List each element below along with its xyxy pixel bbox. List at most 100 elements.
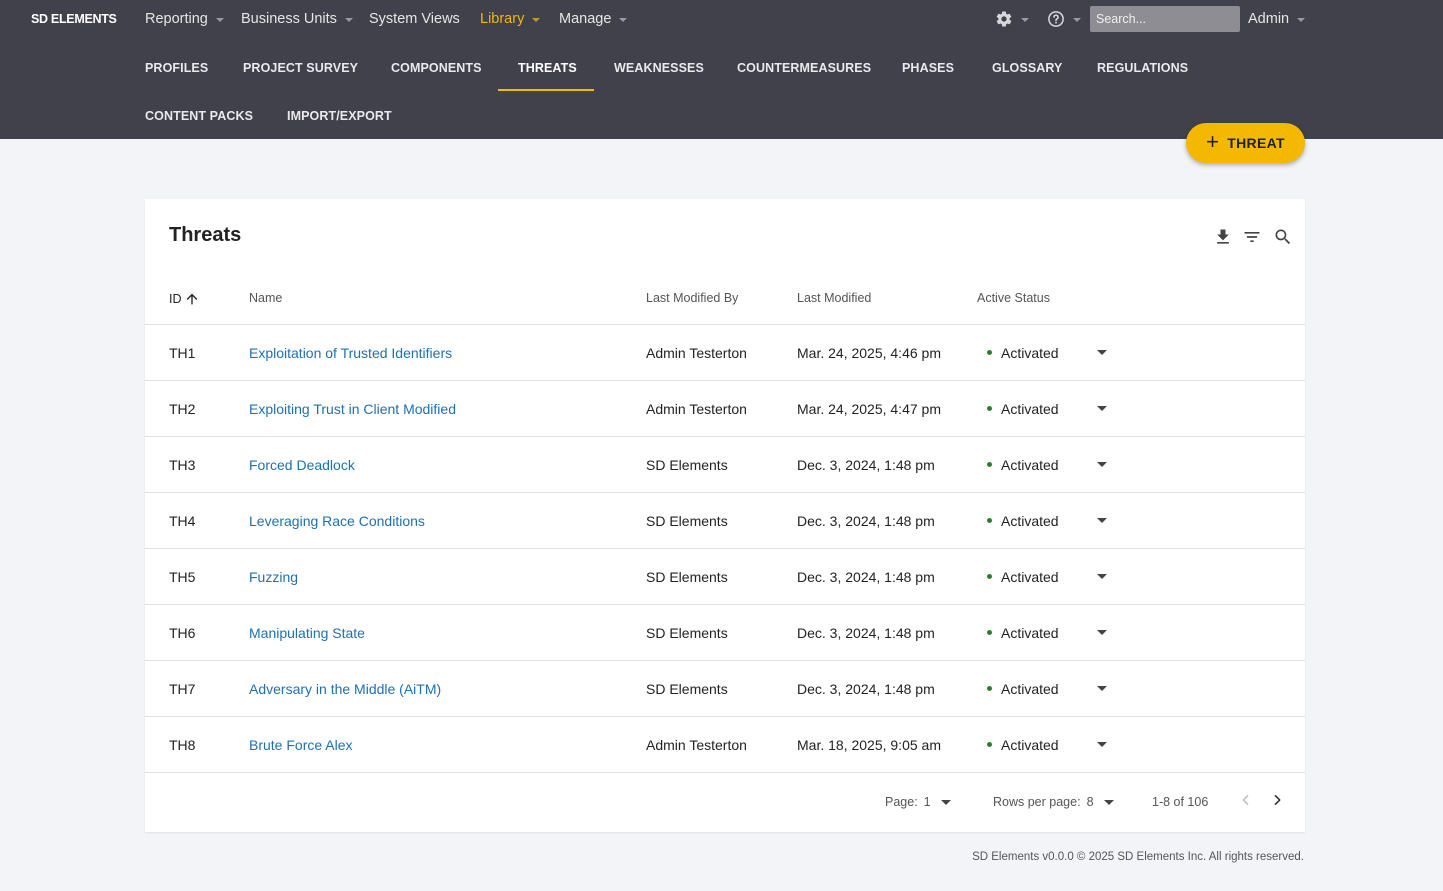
table-row[interactable]: TH6 Manipulating State SD Elements Dec. …: [145, 605, 1305, 661]
table-row[interactable]: TH1 Exploitation of Trusted Identifiers …: [145, 325, 1305, 381]
status-dot-icon: [987, 630, 992, 635]
tab-phases[interactable]: PHASES: [902, 61, 954, 75]
status-dropdown-icon[interactable]: [1097, 686, 1107, 691]
chevron-down-icon: [1021, 18, 1029, 22]
row-modified-by: SD Elements: [646, 625, 728, 641]
add-threat-button[interactable]: + THREAT: [1186, 123, 1305, 163]
search-icon[interactable]: [1273, 227, 1293, 247]
footer-copyright: SD Elements v0.0.0 © 2025 SD Elements In…: [972, 851, 1304, 863]
table-row[interactable]: TH8 Brute Force Alex Admin Testerton Mar…: [145, 717, 1305, 773]
nav-system-views-label: System Views: [369, 11, 460, 27]
row-modified-date: Dec. 3, 2024, 1:48 pm: [797, 569, 935, 585]
row-modified-date: Mar. 24, 2025, 4:47 pm: [797, 401, 941, 417]
pagination-range: 1-8 of 106: [1152, 795, 1209, 809]
next-page-icon[interactable]: [1269, 792, 1285, 808]
global-search-input[interactable]: [1090, 6, 1240, 32]
status-dropdown-icon[interactable]: [1097, 350, 1107, 355]
column-header-name[interactable]: Name: [249, 291, 282, 305]
nav-library[interactable]: Library: [480, 11, 541, 27]
table-row[interactable]: TH2 Exploiting Trust in Client Modified …: [145, 381, 1305, 437]
nav-business-units[interactable]: Business Units: [241, 11, 353, 27]
nav-system-views[interactable]: System Views: [369, 11, 460, 27]
column-header-modified-by[interactable]: Last Modified By: [646, 291, 738, 305]
row-name-link[interactable]: Exploiting Trust in Client Modified: [249, 401, 456, 417]
table-row[interactable]: TH4 Leveraging Race Conditions SD Elemen…: [145, 493, 1305, 549]
tab-weaknesses[interactable]: WEAKNESSES: [614, 61, 704, 75]
gear-icon: [996, 11, 1012, 27]
nav-manage-label: Manage: [559, 11, 612, 27]
rows-per-page-selector[interactable]: Rows per page: 8: [993, 795, 1114, 809]
row-status: Activated: [1001, 625, 1059, 641]
previous-page-icon[interactable]: [1238, 792, 1254, 808]
filter-icon[interactable]: [1242, 227, 1262, 247]
chevron-down-icon: [1103, 799, 1114, 805]
nav-business-units-label: Business Units: [241, 11, 337, 27]
row-id: TH4: [169, 513, 196, 529]
help-menu[interactable]: [1047, 10, 1081, 28]
nav-manage[interactable]: Manage: [559, 11, 628, 27]
status-dropdown-icon[interactable]: [1097, 742, 1107, 747]
user-name: Admin: [1248, 11, 1290, 27]
status-dot-icon: [987, 350, 992, 355]
row-modified-by: SD Elements: [646, 569, 728, 585]
download-icon[interactable]: [1213, 227, 1233, 247]
row-modified-by: SD Elements: [646, 457, 728, 473]
status-dropdown-icon[interactable]: [1097, 518, 1107, 523]
row-status: Activated: [1001, 681, 1059, 697]
page-selector[interactable]: Page: 1: [885, 795, 951, 809]
tab-glossary[interactable]: GLOSSARY: [992, 61, 1062, 75]
table-row[interactable]: TH7 Adversary in the Middle (AiTM) SD El…: [145, 661, 1305, 717]
tab-profiles[interactable]: PROFILES: [145, 61, 208, 75]
status-dot-icon: [987, 406, 992, 411]
row-name-link[interactable]: Fuzzing: [249, 569, 298, 585]
chevron-down-icon: [532, 18, 541, 22]
table-title: Threats: [169, 224, 242, 246]
status-dropdown-icon[interactable]: [1097, 630, 1107, 635]
row-modified-date: Dec. 3, 2024, 1:48 pm: [797, 513, 935, 529]
tab-countermeasures[interactable]: COUNTERMEASURES: [737, 61, 871, 75]
app-logo[interactable]: SD ELEMENTS: [31, 12, 117, 26]
row-name-link[interactable]: Manipulating State: [249, 625, 365, 641]
tab-components[interactable]: COMPONENTS: [391, 61, 482, 75]
nav-reporting[interactable]: Reporting: [145, 11, 224, 27]
column-header-id-label: ID: [169, 292, 182, 306]
table-row[interactable]: TH3 Forced Deadlock SD Elements Dec. 3, …: [145, 437, 1305, 493]
app-header: SD ELEMENTS Reporting Business Units Sys…: [0, 0, 1443, 139]
row-id: TH6: [169, 625, 196, 641]
row-name-link[interactable]: Brute Force Alex: [249, 737, 353, 753]
row-name-link[interactable]: Adversary in the Middle (AiTM): [249, 681, 441, 697]
rows-per-page-label: Rows per page:: [993, 795, 1081, 809]
settings-menu[interactable]: [995, 10, 1029, 28]
status-dropdown-icon[interactable]: [1097, 574, 1107, 579]
row-id: TH7: [169, 681, 196, 697]
table-row[interactable]: TH5 Fuzzing SD Elements Dec. 3, 2024, 1:…: [145, 549, 1305, 605]
tab-threats[interactable]: THREATS: [518, 61, 577, 75]
row-id: TH5: [169, 569, 196, 585]
tab-regulations[interactable]: REGULATIONS: [1097, 61, 1188, 75]
column-header-modified[interactable]: Last Modified: [797, 291, 871, 305]
chevron-down-icon: [215, 18, 224, 22]
row-name-link[interactable]: Forced Deadlock: [249, 457, 355, 473]
add-threat-label: THREAT: [1227, 135, 1285, 151]
tab-import-export[interactable]: IMPORT/EXPORT: [287, 109, 392, 123]
row-modified-date: Mar. 18, 2025, 9:05 am: [797, 737, 941, 753]
row-modified-date: Dec. 3, 2024, 1:48 pm: [797, 681, 935, 697]
status-dropdown-icon[interactable]: [1097, 406, 1107, 411]
column-header-id[interactable]: ID: [169, 291, 200, 307]
page-label: Page:: [885, 795, 918, 809]
column-header-status[interactable]: Active Status: [977, 291, 1050, 305]
nav-library-label: Library: [480, 11, 525, 27]
status-dot-icon: [987, 574, 992, 579]
tab-content-packs[interactable]: CONTENT PACKS: [145, 109, 253, 123]
top-navbar: SD ELEMENTS Reporting Business Units Sys…: [0, 0, 1443, 40]
row-name-link[interactable]: Exploitation of Trusted Identifiers: [249, 345, 452, 361]
chevron-down-icon: [940, 799, 951, 805]
row-status: Activated: [1001, 457, 1059, 473]
status-dot-icon: [987, 742, 992, 747]
row-modified-date: Dec. 3, 2024, 1:48 pm: [797, 625, 935, 641]
row-id: TH1: [169, 345, 196, 361]
tab-project-survey[interactable]: PROJECT SURVEY: [243, 61, 358, 75]
status-dropdown-icon[interactable]: [1097, 462, 1107, 467]
row-name-link[interactable]: Leveraging Race Conditions: [249, 513, 425, 529]
user-menu[interactable]: Admin: [1248, 11, 1306, 27]
